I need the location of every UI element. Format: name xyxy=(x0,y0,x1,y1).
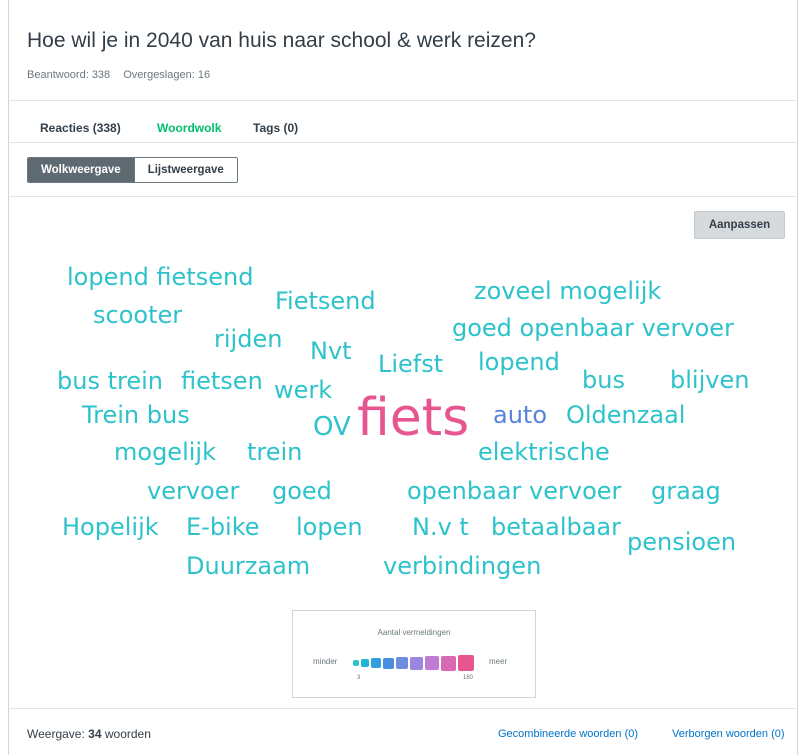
cloud-word[interactable]: Fietsend xyxy=(275,289,376,313)
list-view-button[interactable]: Lijstweergave xyxy=(133,158,237,182)
cloud-word[interactable]: Hopelijk xyxy=(62,515,159,539)
cloud-word[interactable]: lopend fietsend xyxy=(67,265,253,289)
cloud-word[interactable]: fietsen xyxy=(181,369,263,393)
cloud-view-button[interactable]: Wolkweergave xyxy=(28,158,134,182)
cloud-word[interactable]: Trein bus xyxy=(82,403,190,427)
cloud-word[interactable]: graag xyxy=(651,479,721,503)
cloud-word[interactable]: fiets xyxy=(357,392,469,444)
cloud-word[interactable]: OV xyxy=(313,414,351,440)
legend-max-value: 180 xyxy=(463,675,474,681)
cloud-word[interactable]: bus trein xyxy=(57,369,163,393)
cloud-word[interactable]: Duurzaam xyxy=(186,554,310,578)
cloud-word[interactable]: N.v t xyxy=(412,515,469,539)
legend-swatch xyxy=(371,658,381,668)
view-suffix: woorden xyxy=(104,727,151,741)
cloud-word[interactable]: E-bike xyxy=(186,515,260,539)
cloud-word[interactable]: verbindingen xyxy=(383,554,541,578)
legend-swatch xyxy=(425,656,439,670)
tab-responses[interactable]: Reacties (338) xyxy=(40,121,121,135)
legend-min-label: minder xyxy=(313,657,338,666)
legend-swatch xyxy=(361,659,369,667)
legend-box: Aantal vermeldingen minder meer 3 180 xyxy=(292,610,536,698)
cloud-word[interactable]: Liefst xyxy=(378,352,443,376)
combined-words-link[interactable]: Gecombineerde woorden (0) xyxy=(498,728,638,740)
legend-swatch xyxy=(458,655,474,671)
hidden-words-link[interactable]: Verborgen woorden (0) xyxy=(672,728,785,740)
view-prefix: Weergave: xyxy=(27,727,85,741)
legend-max-label: meer xyxy=(489,657,508,666)
divider xyxy=(8,100,798,101)
cloud-word[interactable]: lopend xyxy=(478,350,560,374)
legend-swatch xyxy=(441,655,456,671)
legend-swatch xyxy=(383,657,394,669)
adjust-button[interactable]: Aanpassen xyxy=(694,211,785,239)
cloud-word[interactable]: elektrische xyxy=(478,440,610,464)
legend-min-value: 3 xyxy=(357,675,361,681)
cloud-word[interactable]: werk xyxy=(274,378,332,402)
view-count: 34 xyxy=(88,727,102,741)
cloud-word[interactable]: pensioen xyxy=(627,530,736,554)
cloud-word[interactable]: betaalbaar xyxy=(491,515,621,539)
response-stats: Beantwoord: 338 Overgeslagen: 16 xyxy=(27,69,210,81)
cloud-word[interactable]: Oldenzaal xyxy=(566,403,685,427)
cloud-word[interactable]: lopen xyxy=(296,515,363,539)
word-count-summary: Weergave: 34 woorden xyxy=(27,727,151,741)
cloud-word[interactable]: Nvt xyxy=(310,339,352,363)
legend-swatch xyxy=(410,656,423,670)
cloud-word[interactable]: scooter xyxy=(93,303,182,327)
legend-swatch xyxy=(396,657,408,669)
cloud-word[interactable]: openbaar vervoer xyxy=(407,479,621,503)
divider xyxy=(8,196,798,197)
question-title: Hoe wil je in 2040 van huis naar school … xyxy=(27,29,536,52)
tab-tags[interactable]: Tags (0) xyxy=(253,121,298,135)
cloud-word[interactable]: goed openbaar vervoer xyxy=(452,316,734,340)
legend-title: Aantal vermeldingen xyxy=(377,628,451,637)
cloud-word[interactable]: blijven xyxy=(670,368,749,392)
cloud-word[interactable]: auto xyxy=(493,403,547,427)
legend-swatch xyxy=(353,660,359,666)
cloud-word[interactable]: bus xyxy=(582,368,625,392)
skipped-count: Overgeslagen: 16 xyxy=(123,69,211,81)
divider xyxy=(8,142,798,143)
cloud-word[interactable]: zoveel mogelijk xyxy=(474,279,661,303)
divider xyxy=(8,708,798,709)
answered-count: Beantwoord: 338 xyxy=(27,69,111,81)
tab-wordcloud[interactable]: Woordwolk xyxy=(157,121,221,135)
cloud-word[interactable]: goed xyxy=(272,479,332,503)
cloud-word[interactable]: rijden xyxy=(214,327,282,351)
cloud-word[interactable]: vervoer xyxy=(147,479,239,503)
cloud-word[interactable]: mogelijk xyxy=(114,440,216,464)
cloud-word[interactable]: trein xyxy=(247,440,302,464)
view-toggle: Wolkweergave Lijstweergave xyxy=(27,157,238,183)
